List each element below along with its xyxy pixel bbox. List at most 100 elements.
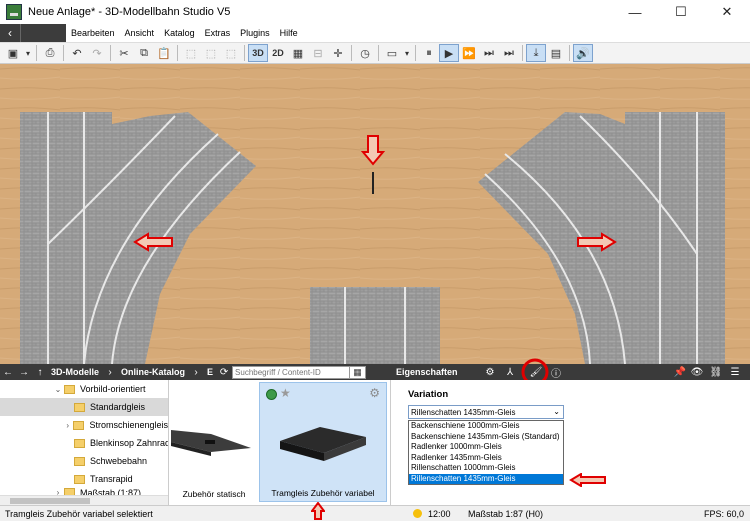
breadcrumb-truncated[interactable]: E [204, 367, 216, 377]
tree-item-blenkinsop[interactable]: Blenkinsop Zahnrad [0, 434, 168, 452]
item-settings-gear-icon[interactable]: ⚙ [369, 386, 380, 400]
pause-icon[interactable]: ⏸ [419, 44, 439, 62]
menu-bar: ‹ Bearbeiten Ansicht Katalog Extras Plug… [0, 24, 750, 42]
properties-title: Eigenschaften [396, 367, 458, 377]
cut-icon[interactable]: ✂ [114, 44, 134, 62]
scrollbar-thumb[interactable] [10, 498, 90, 504]
mode-2d-label: 2D [272, 48, 284, 58]
view-grid-icon[interactable]: ▦ [350, 365, 367, 379]
download-icon[interactable]: ⤓ [526, 44, 546, 62]
mode-3d-button[interactable]: 3D [248, 44, 268, 62]
variation-option[interactable]: Rillenschatten 1000mm-Gleis [409, 463, 563, 474]
play-icon[interactable]: ▶ [439, 44, 459, 62]
faster-forward-icon[interactable]: ⏭ [479, 44, 499, 62]
status-message: Tramgleis Zubehör variabel selektiert [5, 508, 153, 519]
window-title: Neue Anlage* - 3D-Modellbahn Studio V5 [28, 6, 231, 18]
folder-icon [74, 456, 85, 466]
variation-option[interactable]: Backenschiene 1000mm-Gleis [409, 421, 563, 432]
pin-icon[interactable]: 📌 [672, 367, 688, 378]
eye-icon[interactable]: 👁 [689, 367, 705, 378]
tree-horizontal-scrollbar[interactable] [0, 495, 168, 505]
redo-icon[interactable]: ↷ [87, 44, 107, 62]
mode-2d-button[interactable]: 2D [268, 44, 288, 62]
camera-dropdown-icon[interactable]: ▾ [402, 44, 412, 62]
connections-icon[interactable]: ⅄ [502, 367, 518, 378]
variation-select[interactable]: Rillenschatten 1435mm-Gleis ⌄ [408, 405, 564, 419]
chevron-right-icon[interactable]: › [62, 421, 73, 430]
chevron-down-icon[interactable]: ⌄ [52, 385, 64, 394]
tree-item-schwebebahn[interactable]: Schwebebahn [0, 452, 168, 470]
clock-icon[interactable]: ◷ [355, 44, 375, 62]
ruler-icon[interactable]: ▤ [546, 44, 566, 62]
nav-forward-icon[interactable]: → [16, 367, 32, 378]
breadcrumb-3d-modelle[interactable]: 3D-Modelle [48, 367, 102, 377]
tree-item-label: Blenkinsop Zahnrad [90, 438, 168, 448]
save-icon[interactable]: ▣ [3, 44, 23, 62]
group-icon[interactable]: ⬚ [181, 44, 201, 62]
nav-back-icon[interactable]: ← [0, 367, 16, 378]
catalog-tree: ⌄ Vorbild-orientiert Standardgleis › Str… [0, 380, 168, 505]
ungroup-icon[interactable]: ⬚ [201, 44, 221, 62]
variation-options-list: Backenschiene 1000mm-Gleis Backenschiene… [408, 420, 564, 485]
tree-item-vorbild[interactable]: ⌄ Vorbild-orientiert [0, 380, 168, 398]
tree-item-label: Standardgleis [90, 402, 146, 412]
menu-icon[interactable]: ☰ [727, 367, 743, 378]
title-bar: Neue Anlage* - 3D-Modellbahn Studio V5 —… [0, 0, 750, 24]
nav-up-icon[interactable]: ↑ [32, 367, 48, 378]
menu-ansicht[interactable]: Ansicht [120, 28, 160, 38]
save-dropdown-icon[interactable]: ▾ [23, 44, 33, 62]
camera-icon[interactable]: ▭ [382, 44, 402, 62]
tree-item-transrapid[interactable]: Transrapid [0, 470, 168, 488]
variation-option[interactable]: Backenschiene 1435mm-Gleis (Standard) [409, 432, 563, 443]
copy-icon[interactable]: ⧉ [134, 44, 154, 62]
folder-icon [74, 474, 85, 484]
quick-access-button[interactable] [20, 24, 66, 42]
catalog-item-zubehoer-statisch[interactable]: Zubehör statisch [171, 382, 257, 502]
train-icon[interactable]: ⊟ [308, 44, 328, 62]
variation-option[interactable]: Radlenker 1000mm-Gleis [409, 442, 563, 453]
crosshair-icon[interactable]: ✛ [328, 44, 348, 62]
maximize-button[interactable]: ☐ [658, 0, 704, 24]
breadcrumb-online-katalog[interactable]: Online-Katalog [118, 367, 188, 377]
clock-display[interactable]: 12:00 [413, 509, 451, 519]
paste-icon[interactable]: 📋 [154, 44, 174, 62]
3d-viewport[interactable] [0, 64, 750, 364]
undo-icon[interactable]: ↶ [67, 44, 87, 62]
toolbar-separator [244, 45, 245, 61]
grid-icon[interactable]: ▦ [288, 44, 308, 62]
fast-forward-icon[interactable]: ⏩ [459, 44, 479, 62]
middle-track [310, 287, 440, 364]
menu-hilfe[interactable]: Hilfe [275, 28, 303, 38]
menu-extras[interactable]: Extras [200, 28, 236, 38]
refresh-icon[interactable]: ⟳ [216, 367, 232, 378]
tree-item-standardgleis[interactable]: Standardgleis [0, 398, 168, 416]
lock-icon[interactable]: ⬚ [221, 44, 241, 62]
print-icon[interactable]: ⎙ [40, 44, 60, 62]
sound-icon[interactable]: 🔊 [573, 44, 593, 62]
menu-plugins[interactable]: Plugins [235, 28, 275, 38]
menu-katalog[interactable]: Katalog [159, 28, 200, 38]
variation-option[interactable]: Radlenker 1435mm-Gleis [409, 453, 563, 464]
tree-item-label: Vorbild-orientiert [80, 384, 146, 394]
close-button[interactable]: ✕ [704, 0, 750, 24]
catalog-item-tramgleis-zubehoer[interactable]: ★ ⚙ Tramgleis Zubehör variabel [259, 382, 387, 502]
tree-item-stromschiene[interactable]: › Stromschienengleis [0, 416, 168, 434]
favorite-star-icon[interactable]: ★ [280, 386, 291, 400]
fastest-forward-icon[interactable]: ⏭ [499, 44, 519, 62]
variation-option-selected[interactable]: Rillenschatten 1435mm-Gleis [409, 473, 563, 484]
back-button[interactable]: ‹ [0, 24, 20, 42]
menu-bearbeiten[interactable]: Bearbeiten [66, 28, 120, 38]
variation-label: Variation [408, 389, 449, 400]
settings-gear-icon[interactable]: ⚙ [482, 367, 498, 378]
variation-selected-value: Rillenschatten 1435mm-Gleis [411, 407, 516, 417]
tree-item-label: Transrapid [90, 474, 133, 484]
folder-icon [74, 402, 85, 412]
toolbar-separator [110, 45, 111, 61]
search-input[interactable] [232, 365, 351, 379]
info-icon[interactable]: ⓘ [548, 365, 564, 380]
breadcrumb-separator-icon: › [194, 366, 198, 378]
minimize-button[interactable]: — [612, 0, 658, 24]
sun-icon [413, 509, 422, 518]
annotation-arrow-up [311, 502, 325, 520]
link-icon[interactable]: ⛓ [708, 367, 724, 378]
